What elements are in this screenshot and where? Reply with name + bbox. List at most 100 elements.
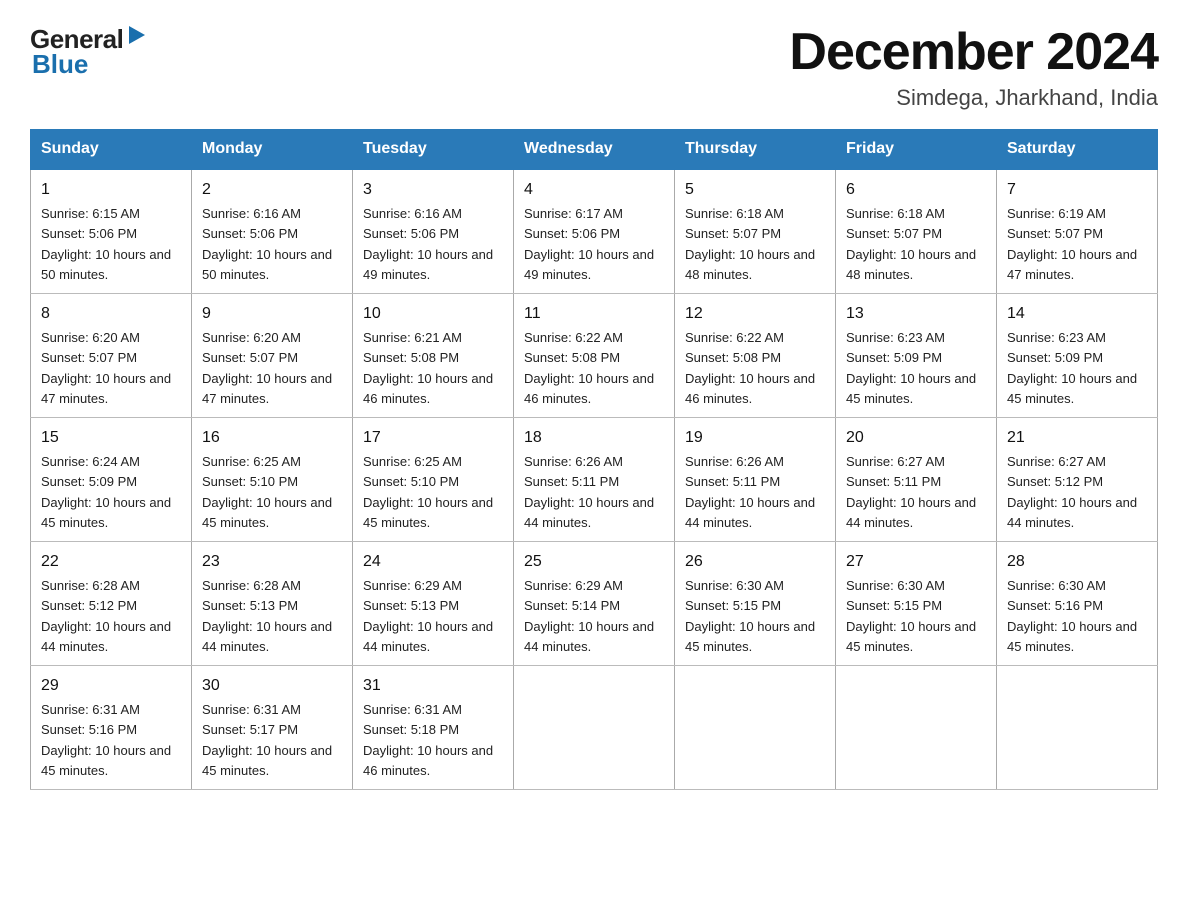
- day-number: 3: [363, 178, 503, 202]
- calendar-cell: 20 Sunrise: 6:27 AMSunset: 5:11 PMDaylig…: [836, 418, 997, 542]
- header-monday: Monday: [192, 130, 353, 170]
- calendar-cell: 1 Sunrise: 6:15 AMSunset: 5:06 PMDayligh…: [31, 169, 192, 294]
- day-info: Sunrise: 6:27 AMSunset: 5:11 PMDaylight:…: [846, 454, 976, 530]
- day-number: 16: [202, 426, 342, 450]
- day-info: Sunrise: 6:22 AMSunset: 5:08 PMDaylight:…: [685, 330, 815, 406]
- day-number: 18: [524, 426, 664, 450]
- day-info: Sunrise: 6:29 AMSunset: 5:14 PMDaylight:…: [524, 578, 654, 654]
- header-tuesday: Tuesday: [353, 130, 514, 170]
- day-number: 5: [685, 178, 825, 202]
- day-number: 2: [202, 178, 342, 202]
- day-number: 10: [363, 302, 503, 326]
- calendar-cell: 19 Sunrise: 6:26 AMSunset: 5:11 PMDaylig…: [675, 418, 836, 542]
- calendar-cell: 12 Sunrise: 6:22 AMSunset: 5:08 PMDaylig…: [675, 294, 836, 418]
- calendar-cell: 14 Sunrise: 6:23 AMSunset: 5:09 PMDaylig…: [997, 294, 1158, 418]
- week-row-1: 1 Sunrise: 6:15 AMSunset: 5:06 PMDayligh…: [31, 169, 1158, 294]
- calendar-cell: 8 Sunrise: 6:20 AMSunset: 5:07 PMDayligh…: [31, 294, 192, 418]
- day-info: Sunrise: 6:20 AMSunset: 5:07 PMDaylight:…: [202, 330, 332, 406]
- day-number: 26: [685, 550, 825, 574]
- day-number: 7: [1007, 178, 1147, 202]
- calendar-cell: 21 Sunrise: 6:27 AMSunset: 5:12 PMDaylig…: [997, 418, 1158, 542]
- day-info: Sunrise: 6:25 AMSunset: 5:10 PMDaylight:…: [363, 454, 493, 530]
- day-info: Sunrise: 6:16 AMSunset: 5:06 PMDaylight:…: [202, 206, 332, 282]
- day-number: 17: [363, 426, 503, 450]
- day-number: 29: [41, 674, 181, 698]
- day-info: Sunrise: 6:19 AMSunset: 5:07 PMDaylight:…: [1007, 206, 1137, 282]
- page: General Blue December 2024 Simdega, Jhar…: [0, 0, 1188, 820]
- day-number: 24: [363, 550, 503, 574]
- calendar-cell: 9 Sunrise: 6:20 AMSunset: 5:07 PMDayligh…: [192, 294, 353, 418]
- day-info: Sunrise: 6:28 AMSunset: 5:13 PMDaylight:…: [202, 578, 332, 654]
- day-number: 9: [202, 302, 342, 326]
- day-number: 19: [685, 426, 825, 450]
- calendar-cell: 10 Sunrise: 6:21 AMSunset: 5:08 PMDaylig…: [353, 294, 514, 418]
- calendar-cell: 5 Sunrise: 6:18 AMSunset: 5:07 PMDayligh…: [675, 169, 836, 294]
- day-info: Sunrise: 6:22 AMSunset: 5:08 PMDaylight:…: [524, 330, 654, 406]
- day-number: 1: [41, 178, 181, 202]
- calendar-table: SundayMondayTuesdayWednesdayThursdayFrid…: [30, 129, 1158, 790]
- week-row-5: 29 Sunrise: 6:31 AMSunset: 5:16 PMDaylig…: [31, 666, 1158, 790]
- logo-blue-text: Blue: [32, 49, 88, 79]
- calendar-cell: 3 Sunrise: 6:16 AMSunset: 5:06 PMDayligh…: [353, 169, 514, 294]
- day-info: Sunrise: 6:26 AMSunset: 5:11 PMDaylight:…: [685, 454, 815, 530]
- day-number: 12: [685, 302, 825, 326]
- day-number: 4: [524, 178, 664, 202]
- header-thursday: Thursday: [675, 130, 836, 170]
- day-info: Sunrise: 6:30 AMSunset: 5:15 PMDaylight:…: [846, 578, 976, 654]
- day-number: 20: [846, 426, 986, 450]
- day-number: 13: [846, 302, 986, 326]
- calendar-cell: 15 Sunrise: 6:24 AMSunset: 5:09 PMDaylig…: [31, 418, 192, 542]
- day-info: Sunrise: 6:31 AMSunset: 5:18 PMDaylight:…: [363, 702, 493, 778]
- day-number: 21: [1007, 426, 1147, 450]
- day-info: Sunrise: 6:30 AMSunset: 5:16 PMDaylight:…: [1007, 578, 1137, 654]
- calendar-cell: 13 Sunrise: 6:23 AMSunset: 5:09 PMDaylig…: [836, 294, 997, 418]
- day-number: 8: [41, 302, 181, 326]
- calendar-cell: 22 Sunrise: 6:28 AMSunset: 5:12 PMDaylig…: [31, 542, 192, 666]
- day-info: Sunrise: 6:31 AMSunset: 5:16 PMDaylight:…: [41, 702, 171, 778]
- header: General Blue December 2024 Simdega, Jhar…: [30, 24, 1158, 111]
- header-saturday: Saturday: [997, 130, 1158, 170]
- day-info: Sunrise: 6:31 AMSunset: 5:17 PMDaylight:…: [202, 702, 332, 778]
- day-number: 14: [1007, 302, 1147, 326]
- day-info: Sunrise: 6:15 AMSunset: 5:06 PMDaylight:…: [41, 206, 171, 282]
- calendar-cell: 11 Sunrise: 6:22 AMSunset: 5:08 PMDaylig…: [514, 294, 675, 418]
- calendar-cell: 30 Sunrise: 6:31 AMSunset: 5:17 PMDaylig…: [192, 666, 353, 790]
- calendar-cell: 7 Sunrise: 6:19 AMSunset: 5:07 PMDayligh…: [997, 169, 1158, 294]
- day-number: 25: [524, 550, 664, 574]
- day-number: 6: [846, 178, 986, 202]
- day-info: Sunrise: 6:18 AMSunset: 5:07 PMDaylight:…: [846, 206, 976, 282]
- header-sunday: Sunday: [31, 130, 192, 170]
- day-info: Sunrise: 6:21 AMSunset: 5:08 PMDaylight:…: [363, 330, 493, 406]
- calendar-cell: 26 Sunrise: 6:30 AMSunset: 5:15 PMDaylig…: [675, 542, 836, 666]
- calendar-header-row: SundayMondayTuesdayWednesdayThursdayFrid…: [31, 130, 1158, 170]
- calendar-cell: 18 Sunrise: 6:26 AMSunset: 5:11 PMDaylig…: [514, 418, 675, 542]
- day-info: Sunrise: 6:28 AMSunset: 5:12 PMDaylight:…: [41, 578, 171, 654]
- day-info: Sunrise: 6:18 AMSunset: 5:07 PMDaylight:…: [685, 206, 815, 282]
- day-info: Sunrise: 6:16 AMSunset: 5:06 PMDaylight:…: [363, 206, 493, 282]
- calendar-cell: 4 Sunrise: 6:17 AMSunset: 5:06 PMDayligh…: [514, 169, 675, 294]
- day-number: 23: [202, 550, 342, 574]
- day-info: Sunrise: 6:29 AMSunset: 5:13 PMDaylight:…: [363, 578, 493, 654]
- day-info: Sunrise: 6:20 AMSunset: 5:07 PMDaylight:…: [41, 330, 171, 406]
- day-info: Sunrise: 6:17 AMSunset: 5:06 PMDaylight:…: [524, 206, 654, 282]
- day-number: 31: [363, 674, 503, 698]
- calendar-cell: 16 Sunrise: 6:25 AMSunset: 5:10 PMDaylig…: [192, 418, 353, 542]
- calendar-title: December 2024: [789, 24, 1158, 81]
- calendar-cell: 25 Sunrise: 6:29 AMSunset: 5:14 PMDaylig…: [514, 542, 675, 666]
- week-row-4: 22 Sunrise: 6:28 AMSunset: 5:12 PMDaylig…: [31, 542, 1158, 666]
- week-row-2: 8 Sunrise: 6:20 AMSunset: 5:07 PMDayligh…: [31, 294, 1158, 418]
- calendar-cell: [675, 666, 836, 790]
- calendar-cell: 6 Sunrise: 6:18 AMSunset: 5:07 PMDayligh…: [836, 169, 997, 294]
- day-info: Sunrise: 6:23 AMSunset: 5:09 PMDaylight:…: [846, 330, 976, 406]
- day-number: 11: [524, 302, 664, 326]
- calendar-cell: [514, 666, 675, 790]
- calendar-subtitle: Simdega, Jharkhand, India: [789, 85, 1158, 111]
- calendar-cell: 27 Sunrise: 6:30 AMSunset: 5:15 PMDaylig…: [836, 542, 997, 666]
- calendar-cell: 17 Sunrise: 6:25 AMSunset: 5:10 PMDaylig…: [353, 418, 514, 542]
- week-row-3: 15 Sunrise: 6:24 AMSunset: 5:09 PMDaylig…: [31, 418, 1158, 542]
- header-wednesday: Wednesday: [514, 130, 675, 170]
- calendar-cell: 29 Sunrise: 6:31 AMSunset: 5:16 PMDaylig…: [31, 666, 192, 790]
- day-number: 22: [41, 550, 181, 574]
- title-block: December 2024 Simdega, Jharkhand, India: [789, 24, 1158, 111]
- day-info: Sunrise: 6:23 AMSunset: 5:09 PMDaylight:…: [1007, 330, 1137, 406]
